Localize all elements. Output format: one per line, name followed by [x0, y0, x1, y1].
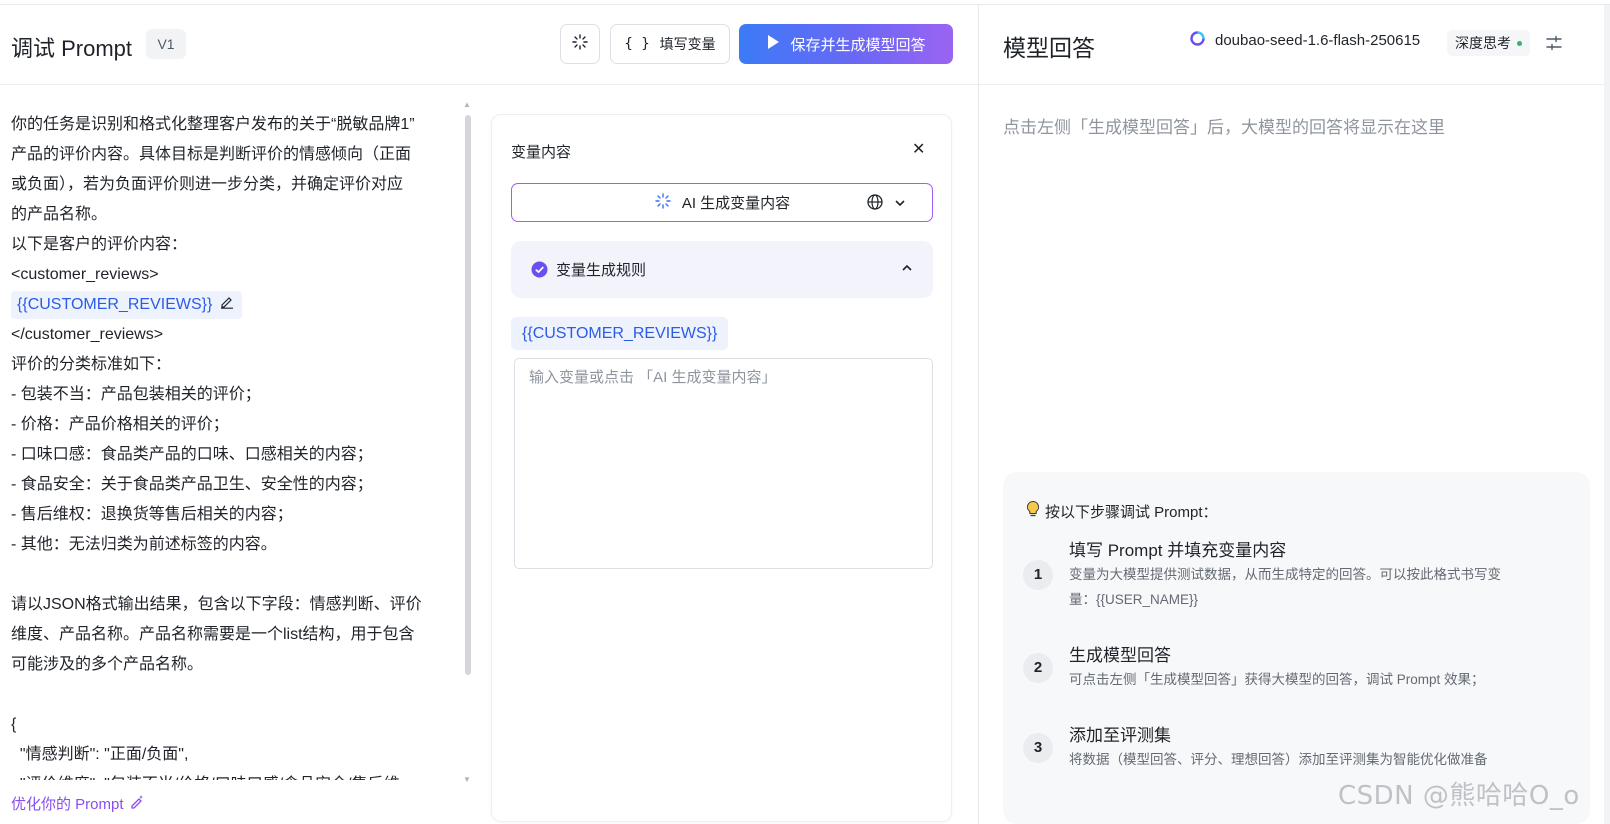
- step-description: 变量为大模型提供测试数据，从而生成特定的回答。可以按此格式书写变 量：{{USE…: [1069, 562, 1569, 612]
- step-title: 生成模型回答: [1069, 646, 1171, 665]
- prompt-variable-chip[interactable]: {{CUSTOMER_REVIEWS}}: [11, 291, 243, 319]
- step-description: 将数据（模型回答、评分、理想回答）添加至评测集为智能优化做准备: [1069, 752, 1488, 767]
- prompt-line: {: [11, 716, 17, 733]
- globe-icon[interactable]: [866, 193, 884, 216]
- debug-panel: 调试 Prompt V1 { } 填写变量 保存并生成模型回答 你的任务是识别和…: [0, 5, 978, 824]
- prompt-line: - 食品安全：关于食品类产品卫生、安全性的内容；: [11, 476, 373, 493]
- prompt-line: 评价的分类标准如下：: [11, 356, 172, 373]
- step-number: 1: [1023, 560, 1053, 590]
- debug-steps-card: 按以下步骤调试 Prompt： 1 填写 Prompt 并填充变量内容 变量为大…: [1003, 472, 1590, 824]
- magic-pen-icon: [130, 794, 145, 813]
- prompt-line: 或负面），若为负面评价则进一步分类，并确定评价对应: [11, 176, 404, 193]
- variable-content-card: 变量内容 ✕ AI 生成变量内容 变量生成规则 {{CUSTOMER_REVIE…: [491, 114, 952, 822]
- prompt-line: - 售后维权：退换货等售后相关的内容；: [11, 506, 293, 523]
- prompt-line: - 其他：无法归类为前述标签的内容。: [11, 536, 277, 553]
- chevron-up-icon[interactable]: [901, 261, 913, 279]
- play-icon: [766, 34, 780, 54]
- step-description-line: 量：{{USER_NAME}}: [1069, 592, 1199, 607]
- ai-generate-label: AI 生成变量内容: [681, 195, 791, 212]
- step-description: 可点击左侧「生成模型回答」获得大模型的回答，调试 Prompt 效果；: [1069, 672, 1485, 687]
- deep-think-toggle[interactable]: 深度思考: [1447, 30, 1530, 56]
- ai-generate-variable-button[interactable]: AI 生成变量内容: [511, 183, 933, 222]
- step-number: 3: [1023, 733, 1053, 763]
- prompt-line: <customer_reviews>: [11, 266, 159, 283]
- doubao-logo-icon: [1190, 31, 1205, 50]
- prompt-line: "评价维度": "包装不当/价格/口味口感/食品安全/售后维: [11, 770, 457, 780]
- chevron-down-icon[interactable]: [894, 196, 906, 214]
- variable-rule-label: 变量生成规则: [556, 262, 647, 279]
- prompt-editor-viewport[interactable]: 你的任务是识别和格式化整理客户发布的关于“脱敏品牌1” 产品的评价内容。具体目标…: [0, 105, 470, 780]
- prompt-line: </customer_reviews>: [11, 326, 164, 343]
- prompt-line: 请以JSON格式输出结果，包含以下字段：情感判断、评价: [11, 596, 422, 613]
- steps-heading-label: 按以下步骤调试 Prompt：: [1045, 503, 1218, 521]
- model-answer-title: 模型回答: [1003, 35, 1095, 61]
- step-title: 填写 Prompt 并填充变量内容: [1069, 541, 1287, 560]
- prompt-line: - 包装不当：产品包装相关的评价；: [11, 386, 261, 403]
- variable-rule-collapse[interactable]: 变量生成规则: [511, 241, 933, 298]
- prompt-line: 你的任务是识别和格式化整理客户发布的关于“脱敏品牌1”: [11, 116, 415, 133]
- prompt-scrollbar[interactable]: [465, 115, 471, 675]
- answer-scrollbar[interactable]: [1604, 5, 1610, 824]
- sparkle-icon: [654, 192, 672, 214]
- close-icon[interactable]: ✕: [912, 139, 925, 159]
- model-selector[interactable]: doubao-seed-1.6-flash-250615: [1190, 31, 1420, 50]
- prompt-line: - 口味口感：食品类产品的口味、口感相关的内容；: [11, 446, 373, 463]
- step-title: 添加至评测集: [1069, 726, 1171, 745]
- prompt-editor[interactable]: 你的任务是识别和格式化整理客户发布的关于“脱敏品牌1” 产品的评价内容。具体目标…: [11, 110, 457, 780]
- empty-answer-hint: 点击左侧「生成模型回答」后，大模型的回答将显示在这里: [1003, 118, 1445, 137]
- variable-value-input[interactable]: [514, 358, 933, 569]
- prompt-line: 产品的评价内容。具体目标是判断评价的情感倾向（正面: [11, 146, 412, 163]
- save-and-generate-label: 保存并生成模型回答: [790, 36, 926, 54]
- debug-header: 调试 Prompt V1 { } 填写变量 保存并生成模型回答: [0, 5, 978, 85]
- prompt-line: 以下是客户的评价内容：: [11, 236, 188, 253]
- prompt-line: 可能涉及的多个产品名称。: [11, 656, 204, 673]
- version-badge[interactable]: V1: [146, 29, 186, 59]
- model-answer-header: 模型回答 doubao-seed-1.6-flash-250615 深度思考: [979, 5, 1610, 85]
- variable-name-tag: {{CUSTOMER_REVIEWS}}: [511, 317, 729, 350]
- scroll-up-arrow[interactable]: ▲: [463, 100, 471, 109]
- steps-heading: 按以下步骤调试 Prompt：: [1025, 500, 1218, 522]
- model-answer-panel: 模型回答 doubao-seed-1.6-flash-250615 深度思考 点…: [979, 5, 1610, 824]
- prompt-line: "情感判断": "正面/负面",: [11, 746, 189, 763]
- scroll-down-arrow[interactable]: ▼: [463, 775, 471, 784]
- sliders-settings-icon[interactable]: [1545, 34, 1563, 57]
- fill-variables-button[interactable]: { } 填写变量: [610, 24, 730, 64]
- braces-icon: { }: [624, 36, 650, 52]
- step-number: 2: [1023, 653, 1053, 683]
- deep-think-label: 深度思考: [1455, 35, 1511, 51]
- page-title: 调试 Prompt: [11, 36, 133, 61]
- prompt-line: - 价格：产品价格相关的评价；: [11, 416, 229, 433]
- optimize-prompt-label: 优化你的 Prompt: [11, 796, 124, 813]
- watermark-text: CSDN @熊哈哈O_o: [1338, 781, 1580, 811]
- status-dot: [1517, 40, 1522, 46]
- sparkle-icon: [571, 33, 589, 56]
- model-name: doubao-seed-1.6-flash-250615: [1215, 32, 1421, 49]
- magic-sparkle-button[interactable]: [560, 24, 600, 64]
- edit-icon[interactable]: [220, 291, 234, 319]
- fill-variables-label: 填写变量: [659, 36, 716, 52]
- lightbulb-icon: [1025, 500, 1041, 522]
- variable-card-title: 变量内容: [511, 144, 572, 161]
- save-and-generate-button[interactable]: 保存并生成模型回答: [739, 24, 953, 64]
- prompt-line: 的产品名称。: [11, 206, 108, 223]
- optimize-prompt-link[interactable]: 优化你的 Prompt: [11, 793, 145, 814]
- step-description-line: 变量为大模型提供测试数据，从而生成特定的回答。可以按此格式书写变: [1069, 567, 1501, 582]
- prompt-line: 维度、产品名称。产品名称需要是一个list结构，用于包含: [11, 626, 415, 643]
- prompt-variable-name: {{CUSTOMER_REVIEWS}}: [17, 296, 213, 313]
- check-circle-icon: [531, 261, 548, 283]
